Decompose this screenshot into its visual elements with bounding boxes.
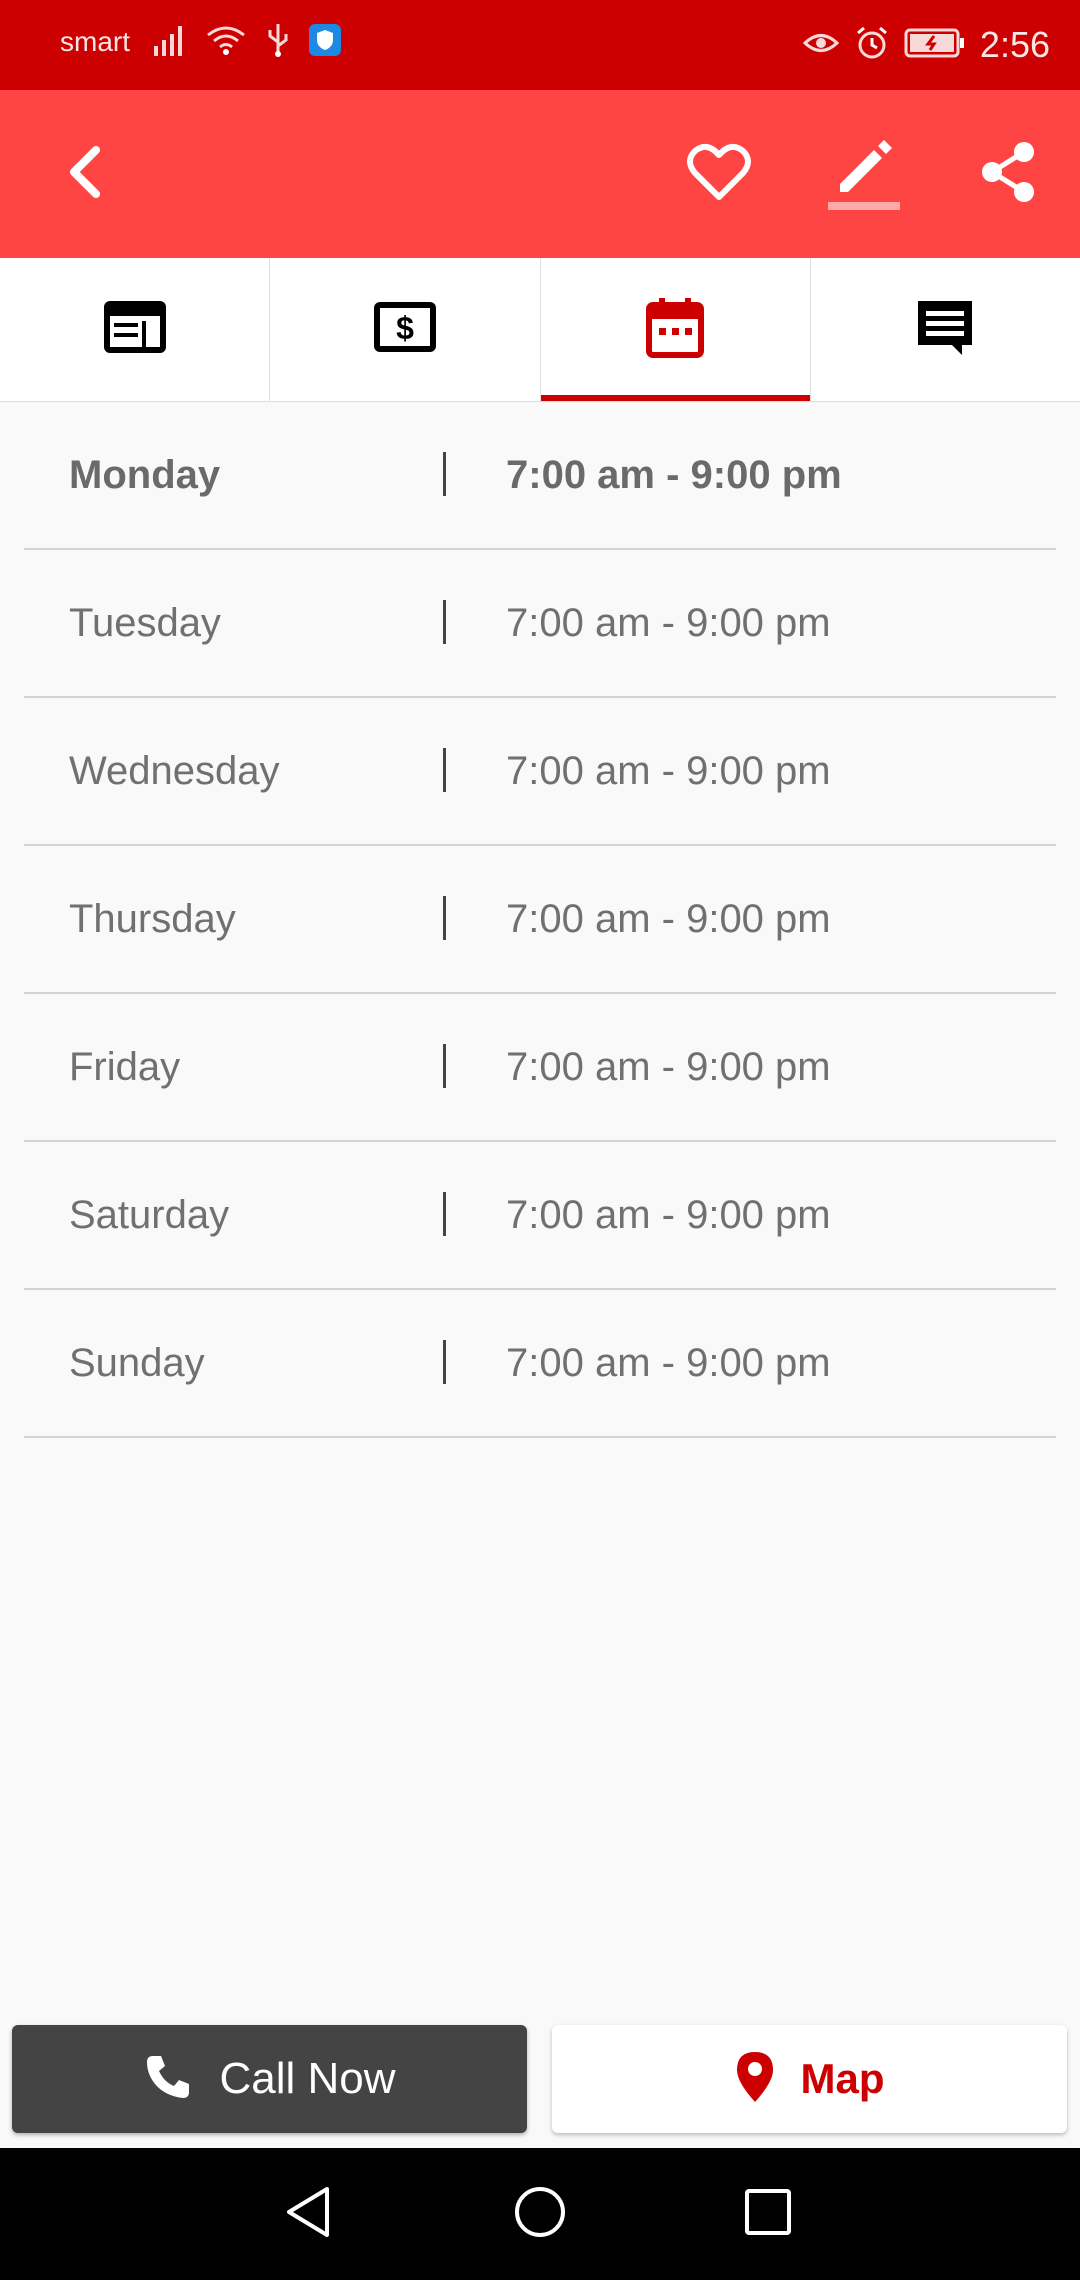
clock: 2:56 [979, 24, 1050, 65]
day-label: Monday [69, 453, 221, 497]
hours-row-wednesday: Wednesday 7:00 am - 9:00 pm [24, 698, 1056, 846]
back-icon [62, 142, 106, 207]
tab-comments[interactable] [811, 258, 1080, 401]
comments-icon [914, 297, 976, 362]
time-label: 7:00 am - 9:00 pm [506, 1193, 831, 1237]
edit-button[interactable] [824, 134, 904, 214]
shield-app-icon [308, 23, 342, 62]
map-pin-icon [735, 2050, 775, 2109]
day-label: Friday [69, 1045, 181, 1089]
circle-home-icon [513, 2185, 567, 2244]
system-nav-bar [0, 2148, 1080, 2280]
day-label: Wednesday [69, 749, 280, 793]
time-label: 7:00 am - 9:00 pm [506, 453, 842, 497]
hours-row-saturday: Saturday 7:00 am - 9:00 pm [24, 1142, 1056, 1290]
price-icon: $ [373, 302, 436, 357]
opening-hours-list: Monday 7:00 am - 9:00 pm Tuesday 7:00 am… [24, 402, 1056, 1438]
call-now-button[interactable]: Call Now [12, 2025, 527, 2133]
alarm-icon [854, 25, 890, 66]
battery-icon [904, 27, 966, 64]
tab-overview[interactable] [0, 258, 271, 401]
hours-row-monday: Monday 7:00 am - 9:00 pm [24, 402, 1056, 550]
day-label: Thursday [69, 897, 236, 941]
tab-hours[interactable] [540, 258, 811, 401]
usb-icon [266, 22, 290, 63]
status-bar: smart 2:56 [0, 0, 1080, 90]
carrier-label: smart [60, 26, 130, 57]
hours-row-tuesday: Tuesday 7:00 am - 9:00 pm [24, 550, 1056, 698]
day-label: Saturday [69, 1193, 230, 1237]
share-icon [978, 140, 1038, 209]
share-button[interactable] [968, 134, 1048, 214]
hours-row-thursday: Thursday 7:00 am - 9:00 pm [24, 846, 1056, 994]
row-divider [443, 452, 446, 496]
square-recents-icon [743, 2187, 793, 2242]
row-divider [443, 600, 446, 644]
calendar-icon [646, 296, 705, 363]
row-divider [443, 1340, 446, 1384]
favorite-button[interactable] [679, 134, 759, 214]
time-label: 7:00 am - 9:00 pm [506, 749, 831, 793]
edit-icon [828, 134, 900, 215]
eye-comfort-icon [802, 28, 840, 63]
map-label: Map [800, 2055, 885, 2102]
time-label: 7:00 am - 9:00 pm [506, 1045, 831, 1089]
heart-icon [687, 143, 751, 206]
day-label: Tuesday [69, 601, 221, 645]
tab-price[interactable]: $ [270, 258, 541, 401]
row-divider [443, 1044, 446, 1088]
svg-text:$: $ [396, 310, 414, 346]
app-bar [0, 90, 1080, 258]
tab-bar: $ [0, 258, 1080, 402]
time-label: 7:00 am - 9:00 pm [506, 1341, 831, 1385]
signal-icon [152, 22, 186, 63]
day-label: Sunday [69, 1341, 205, 1385]
call-now-label: Call Now [219, 2054, 396, 2103]
row-divider [443, 1192, 446, 1236]
time-label: 7:00 am - 9:00 pm [506, 897, 831, 941]
back-button[interactable] [44, 134, 124, 214]
overview-icon [103, 301, 166, 358]
nav-home-button[interactable] [510, 2184, 570, 2244]
time-label: 7:00 am - 9:00 pm [506, 601, 831, 645]
row-divider [443, 896, 446, 940]
phone-icon [143, 2052, 193, 2107]
hours-row-friday: Friday 7:00 am - 9:00 pm [24, 994, 1056, 1142]
row-divider [443, 748, 446, 792]
wifi-icon [204, 23, 248, 62]
nav-recents-button[interactable] [738, 2184, 798, 2244]
nav-back-button[interactable] [278, 2184, 338, 2244]
triangle-back-icon [283, 2185, 333, 2244]
map-button[interactable]: Map [552, 2025, 1067, 2133]
hours-row-sunday: Sunday 7:00 am - 9:00 pm [24, 1290, 1056, 1438]
